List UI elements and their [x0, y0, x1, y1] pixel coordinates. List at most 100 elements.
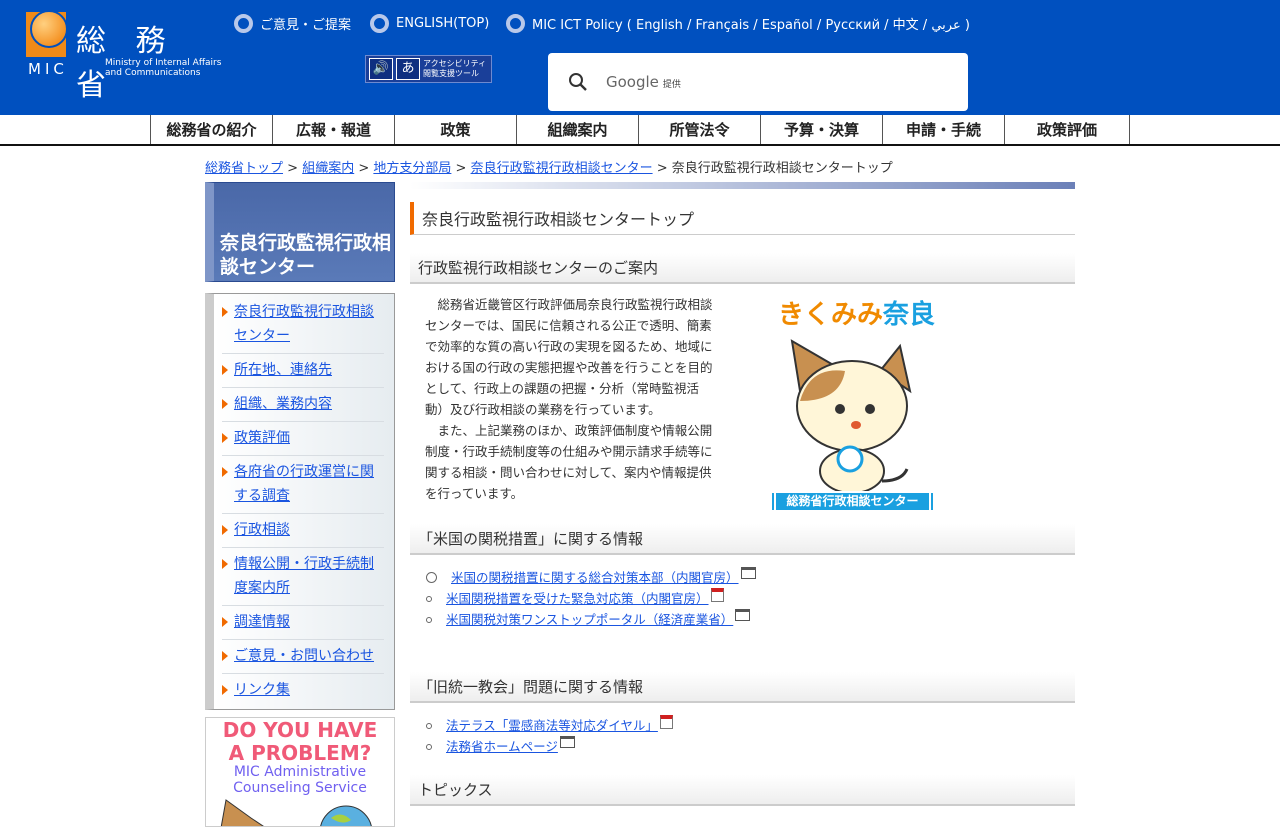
- sidebar-item: リンク集: [222, 674, 384, 707]
- radio-ring-icon: [370, 14, 389, 33]
- nav-budget[interactable]: 予算・決算: [760, 115, 882, 144]
- church-link-list: 法テラス「霊感商法等対応ダイヤル」 法務省ホームページ: [410, 703, 1075, 757]
- banner-line4: Counseling Service: [233, 780, 367, 796]
- sidebar-item: 組織、業務内容: [222, 388, 384, 422]
- tariff-portal-link[interactable]: 米国関税対策ワンストップポータル（経済産業省）: [446, 612, 733, 627]
- nav-organization[interactable]: 組織案内: [516, 115, 638, 144]
- sidebar-link-organization[interactable]: 組織、業務内容: [234, 392, 332, 416]
- nav-applications[interactable]: 申請・手続: [882, 115, 1004, 144]
- nav-policy[interactable]: 政策: [394, 115, 516, 144]
- search-icon[interactable]: [568, 72, 588, 92]
- provided-label: 提供: [662, 80, 681, 90]
- site-header: 総 務 省 MIC Ministry of Internal Affairs an…: [0, 0, 1280, 115]
- sidebar-link-center[interactable]: 奈良行政監視行政相談センター: [234, 300, 384, 348]
- sidebar: 奈良行政監視行政相談センター 奈良行政監視行政相談センター 所在地、連絡先 組織…: [205, 182, 395, 827]
- nav-evaluation[interactable]: 政策評価: [1004, 115, 1130, 144]
- breadcrumb-organization[interactable]: 組織案内: [302, 161, 354, 176]
- main-content: 奈良行政監視行政相談センタートップ 行政監視行政相談センターのご案内 総務省近畿…: [410, 182, 1075, 806]
- external-window-icon: [735, 609, 751, 621]
- tariff-emergency-link[interactable]: 米国関税措置を受けた緊急対応策（内閣官房）: [446, 591, 709, 606]
- breadcrumb-top[interactable]: 総務省トップ: [205, 161, 283, 176]
- bullet-icon: [426, 595, 432, 602]
- breadcrumb-sep: >: [451, 161, 471, 176]
- page-title: 奈良行政監視行政相談センタートップ: [410, 202, 1075, 235]
- opinion-link[interactable]: ご意見・ご提案: [234, 14, 351, 33]
- list-item: 法テラス「霊感商法等対応ダイヤル」: [426, 715, 1075, 736]
- banner-line1: DO YOU HAVE: [222, 718, 378, 742]
- tariff-link-list: 米国の関税措置に関する総合対策本部（内閣官房） 米国関税措置を受けた緊急対応策（…: [410, 555, 1075, 630]
- arrow-icon: [222, 467, 228, 477]
- breadcrumb-sep: >: [354, 161, 374, 176]
- houterasu-link[interactable]: 法テラス「霊感商法等対応ダイヤル」: [446, 718, 658, 733]
- title-decoration: [410, 182, 1075, 189]
- arrow-icon: [222, 685, 228, 695]
- mascot-title-a: きくみみ: [778, 300, 884, 330]
- list-item: 米国の関税措置に関する総合対策本部（内閣官房）: [426, 567, 1075, 588]
- arrow-icon: [222, 307, 228, 317]
- bullet-icon: [426, 722, 432, 729]
- radio-ring-icon: [506, 14, 525, 33]
- mic-logo[interactable]: 総 務 省 MIC Ministry of Internal Affairs an…: [26, 10, 221, 103]
- logo-english: Ministry of Internal Affairs and Communic…: [105, 58, 221, 78]
- breadcrumb-regional[interactable]: 地方支分部局: [373, 161, 451, 176]
- ict-policy-link[interactable]: MIC ICT Policy ( English / Français / Es…: [506, 14, 970, 33]
- external-window-icon: [740, 567, 756, 579]
- mascot-title-b: 奈良: [883, 300, 936, 330]
- speaker-icon: 🔊: [369, 58, 393, 80]
- search-box[interactable]: Google 提供: [548, 53, 968, 111]
- moj-link[interactable]: 法務省ホームページ: [446, 739, 558, 754]
- external-window-icon: [559, 736, 575, 748]
- banner-illustration-icon: [220, 799, 372, 826]
- sidebar-link-evaluation[interactable]: 政策評価: [234, 426, 290, 450]
- ict-policy-label: MIC ICT Policy ( English / Français / Es…: [532, 18, 970, 33]
- sidebar-item: 各府省の行政運営に関する調査: [222, 456, 384, 514]
- list-item: 米国関税措置を受けた緊急対応策（内閣官房）: [426, 588, 1075, 609]
- breadcrumb-nara-center[interactable]: 奈良行政監視行政相談センター: [471, 161, 653, 176]
- intro-text: 総務省近畿管区行政評価局奈良行政監視行政相談センターでは、国民に信頼される公正で…: [425, 294, 715, 510]
- google-branding: Google 提供: [606, 73, 681, 91]
- intro-block: 総務省近畿管区行政評価局奈良行政監視行政相談センターでは、国民に信頼される公正で…: [410, 294, 1075, 510]
- arrow-icon: [222, 617, 228, 627]
- breadcrumb-current: 奈良行政監視行政相談センタートップ: [671, 161, 893, 176]
- sidebar-link-procurement[interactable]: 調達情報: [234, 610, 290, 634]
- logo-en-line2: and Communications: [105, 68, 201, 78]
- list-item: 米国関税対策ワンストップポータル（経済産業省）: [426, 609, 1075, 630]
- radio-ring-icon: [234, 14, 253, 33]
- sidebar-link-links[interactable]: リンク集: [234, 678, 290, 702]
- nav-laws[interactable]: 所管法令: [638, 115, 760, 144]
- sidebar-link-survey[interactable]: 各府省の行政運営に関する調査: [234, 460, 384, 508]
- logo-en-line1: Ministry of Internal Affairs: [105, 58, 222, 68]
- arrow-icon: [222, 399, 228, 409]
- sidebar-link-counseling[interactable]: 行政相談: [234, 518, 290, 542]
- counseling-service-banner[interactable]: DO YOU HAVE A PROBLEM? MIC Administrativ…: [205, 717, 395, 827]
- accessibility-line2: 閲覧支援ツール: [423, 69, 479, 78]
- sidebar-link-disclosure[interactable]: 情報公開・行政手続制度案内所: [234, 552, 384, 600]
- sidebar-item: 情報公開・行政手続制度案内所: [222, 548, 384, 606]
- nav-about[interactable]: 総務省の紹介: [150, 115, 272, 144]
- sidebar-item: 所在地、連絡先: [222, 354, 384, 388]
- bullet-icon: [426, 743, 432, 750]
- accessibility-label: アクセシビリティ 閲覧支援ツール: [423, 59, 486, 79]
- sidebar-item: 奈良行政監視行政相談センター: [222, 296, 384, 354]
- nav-press[interactable]: 広報・報道: [272, 115, 394, 144]
- sidebar-link-location[interactable]: 所在地、連絡先: [234, 358, 332, 382]
- tariff-hq-link[interactable]: 米国の関税措置に関する総合対策本部（内閣官房）: [451, 570, 739, 585]
- global-nav: 総務省の紹介 広報・報道 政策 組織案内 所管法令 予算・決算 申請・手続 政策…: [0, 115, 1280, 146]
- sidebar-title: 奈良行政監視行政相談センター: [205, 182, 395, 282]
- banner-line2: A PROBLEM?: [228, 741, 372, 765]
- list-item: 法務省ホームページ: [426, 736, 1075, 757]
- hiragana-icon: あ: [396, 58, 420, 80]
- section-heading-tariff: 「米国の関税措置」に関する情報: [410, 524, 1075, 555]
- section-heading-guide: 行政監視行政相談センターのご案内: [410, 253, 1075, 284]
- accessibility-tool-button[interactable]: 🔊 あ アクセシビリティ 閲覧支援ツール: [365, 55, 492, 83]
- pdf-icon: [659, 715, 673, 729]
- english-top-link[interactable]: ENGLISH(TOP): [370, 14, 489, 33]
- bullet-icon: [426, 616, 432, 623]
- breadcrumb-sep: >: [652, 161, 672, 176]
- sidebar-item: ご意見・お問い合わせ: [222, 640, 384, 674]
- arrow-icon: [222, 433, 228, 443]
- mascot-image: きくみみ奈良 総務省行政相談センター: [770, 294, 940, 510]
- sidebar-link-contact[interactable]: ご意見・お問い合わせ: [234, 644, 374, 668]
- sidebar-item: 政策評価: [222, 422, 384, 456]
- banner-line3: MIC Administrative: [233, 764, 367, 780]
